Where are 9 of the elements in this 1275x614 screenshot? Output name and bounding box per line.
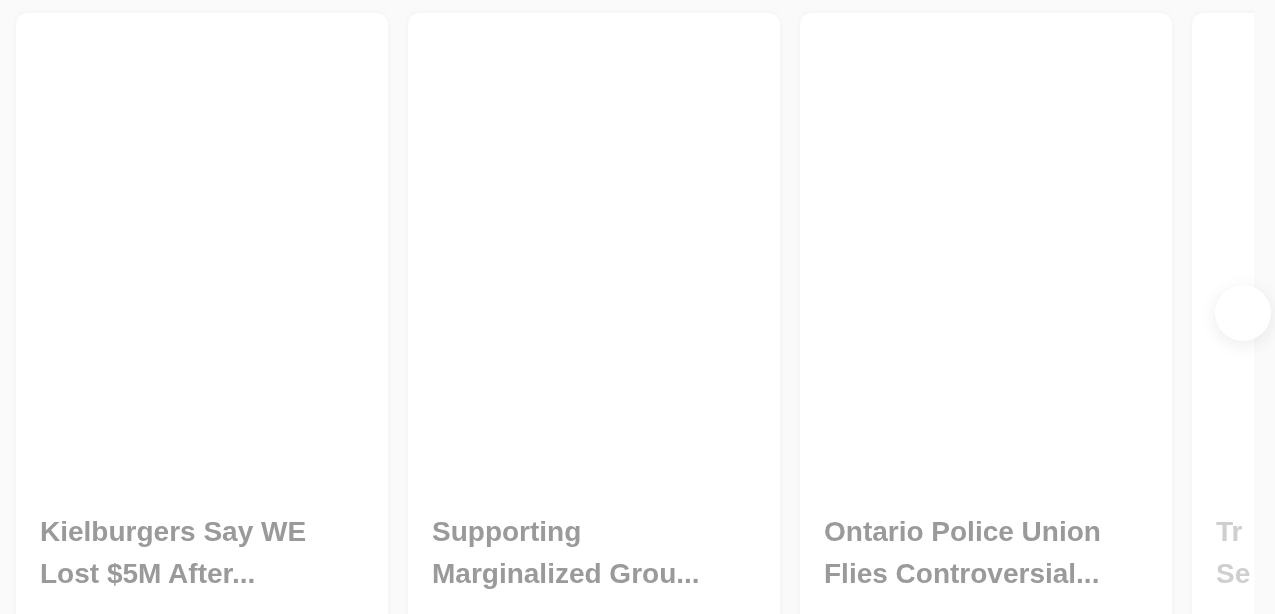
article-title: Flies Controversial... <box>824 557 1100 591</box>
article-title: Marginalized Grou... <box>432 557 700 591</box>
article-card[interactable]: Kielburgers Say WE Lost $5M After... <box>16 13 388 614</box>
article-title: Ontario Police Union <box>824 515 1101 549</box>
article-title: Lost $5M After... <box>40 557 256 591</box>
article-title: Supporting <box>432 515 582 549</box>
article-card[interactable]: Ontario Police Union Flies Controversial... <box>800 13 1172 614</box>
article-card[interactable]: Supporting Marginalized Grou... <box>408 13 780 614</box>
article-title: Kielburgers Say WE <box>40 515 307 549</box>
